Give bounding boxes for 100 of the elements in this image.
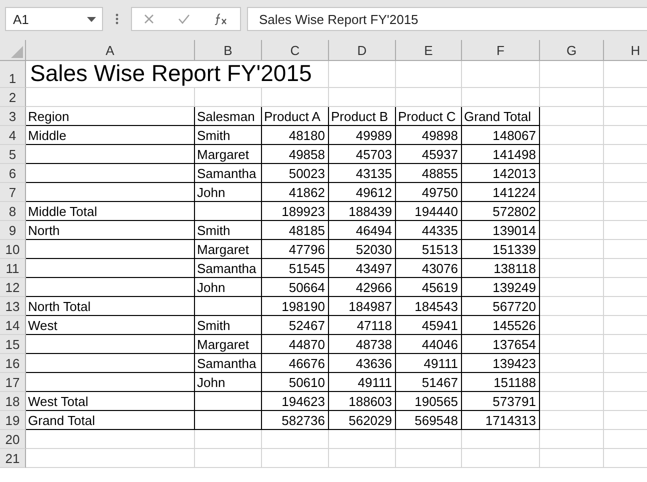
- table-cell: 50023: [262, 164, 329, 183]
- table-cell: 43076: [396, 259, 462, 278]
- table-cell: 141224: [462, 183, 540, 202]
- table-cell: West: [26, 316, 195, 335]
- select-all-corner[interactable]: [0, 40, 26, 61]
- table-cell: 198190: [262, 297, 329, 316]
- table-cell: 47796: [262, 240, 329, 259]
- table-cell: 190565: [396, 392, 462, 411]
- table-cell: 188603: [329, 392, 396, 411]
- table-cell: 139423: [462, 354, 540, 373]
- table-cell: 573791: [462, 392, 540, 411]
- more-options-icon[interactable]: [115, 13, 119, 25]
- table-cell: 43497: [329, 259, 396, 278]
- row-header[interactable]: 2: [0, 88, 26, 107]
- table-cell: 1714313: [462, 411, 540, 430]
- row-header[interactable]: 6: [0, 164, 26, 183]
- table-cell: 50664: [262, 278, 329, 297]
- table-cell: John: [195, 183, 262, 202]
- empty-cell[interactable]: [195, 392, 262, 411]
- row-header[interactable]: 1: [0, 61, 26, 88]
- column-header[interactable]: E: [396, 40, 462, 61]
- table-cell: 51513: [396, 240, 462, 259]
- row-header[interactable]: 16: [0, 354, 26, 373]
- row-header[interactable]: 18: [0, 392, 26, 411]
- table-cell: 188439: [329, 202, 396, 221]
- column-heading: Salesman: [195, 107, 262, 126]
- table-cell: 43636: [329, 354, 396, 373]
- row-header[interactable]: 19: [0, 411, 26, 430]
- table-cell: 139014: [462, 221, 540, 240]
- corner-triangle-icon[interactable]: [11, 46, 23, 58]
- row-header[interactable]: 10: [0, 240, 26, 259]
- table-cell: 44335: [396, 221, 462, 240]
- table-cell: 43135: [329, 164, 396, 183]
- row-header[interactable]: 7: [0, 183, 26, 202]
- table-cell: 48185: [262, 221, 329, 240]
- table-cell: West Total: [26, 392, 195, 411]
- column-header[interactable]: C: [262, 40, 329, 61]
- table-cell: Samantha: [195, 164, 262, 183]
- function-icon[interactable]: [214, 13, 228, 25]
- table-cell: 51467: [396, 373, 462, 392]
- column-header[interactable]: H: [604, 40, 647, 61]
- checkmark-icon[interactable]: [178, 14, 190, 24]
- row-header[interactable]: 21: [0, 449, 26, 468]
- table-cell: 49898: [396, 126, 462, 145]
- row-header[interactable]: 11: [0, 259, 26, 278]
- row-header[interactable]: 14: [0, 316, 26, 335]
- table-cell: 51545: [262, 259, 329, 278]
- column-header[interactable]: F: [462, 40, 540, 61]
- table-cell: 189923: [262, 202, 329, 221]
- table-cell: 151339: [462, 240, 540, 259]
- empty-cell[interactable]: [195, 202, 262, 221]
- column-heading: Product B: [329, 107, 396, 126]
- column-header[interactable]: A: [26, 40, 195, 61]
- row-header[interactable]: 5: [0, 145, 26, 164]
- table-cell: 41862: [262, 183, 329, 202]
- table-cell: 137654: [462, 335, 540, 354]
- table-cell: 184987: [329, 297, 396, 316]
- table-cell: 44046: [396, 335, 462, 354]
- column-heading: Product C: [396, 107, 462, 126]
- table-cell: 49612: [329, 183, 396, 202]
- table-cell: 572802: [462, 202, 540, 221]
- table-cell: 184543: [396, 297, 462, 316]
- table-cell: 45619: [396, 278, 462, 297]
- table-cell: 45703: [329, 145, 396, 164]
- row-header[interactable]: 8: [0, 202, 26, 221]
- table-cell: 567720: [462, 297, 540, 316]
- formula-field[interactable]: Sales Wise Report FY'2015: [247, 7, 647, 31]
- row-header[interactable]: 13: [0, 297, 26, 316]
- table-cell: Smith: [195, 221, 262, 240]
- table-cell: Margaret: [195, 335, 262, 354]
- row-header[interactable]: 20: [0, 430, 26, 449]
- table-cell: Middle Total: [26, 202, 195, 221]
- column-header[interactable]: G: [540, 40, 604, 61]
- column-heading: Region: [26, 107, 195, 126]
- table-cell: 46494: [329, 221, 396, 240]
- cancel-icon[interactable]: [144, 14, 154, 24]
- row-header[interactable]: 17: [0, 373, 26, 392]
- row-header[interactable]: 15: [0, 335, 26, 354]
- empty-cell[interactable]: [195, 297, 262, 316]
- table-cell: North: [26, 221, 195, 240]
- table-cell: 194440: [396, 202, 462, 221]
- name-box[interactable]: A1: [5, 7, 103, 31]
- table-cell: 49111: [396, 354, 462, 373]
- row-header[interactable]: 9: [0, 221, 26, 240]
- table-cell: 49111: [329, 373, 396, 392]
- column-header[interactable]: B: [195, 40, 262, 61]
- row-header[interactable]: 12: [0, 278, 26, 297]
- table-cell: Middle: [26, 126, 195, 145]
- column-header[interactable]: D: [329, 40, 396, 61]
- empty-cell[interactable]: [195, 411, 262, 430]
- table-cell: 44870: [262, 335, 329, 354]
- row-header[interactable]: 3: [0, 107, 26, 126]
- table-cell: Margaret: [195, 145, 262, 164]
- table-cell: 49858: [262, 145, 329, 164]
- column-heading: Grand Total: [462, 107, 540, 126]
- table-cell: 48855: [396, 164, 462, 183]
- dropdown-caret-icon[interactable]: [87, 16, 96, 22]
- row-header[interactable]: 4: [0, 126, 26, 145]
- table-cell: 50610: [262, 373, 329, 392]
- table-cell: 49750: [396, 183, 462, 202]
